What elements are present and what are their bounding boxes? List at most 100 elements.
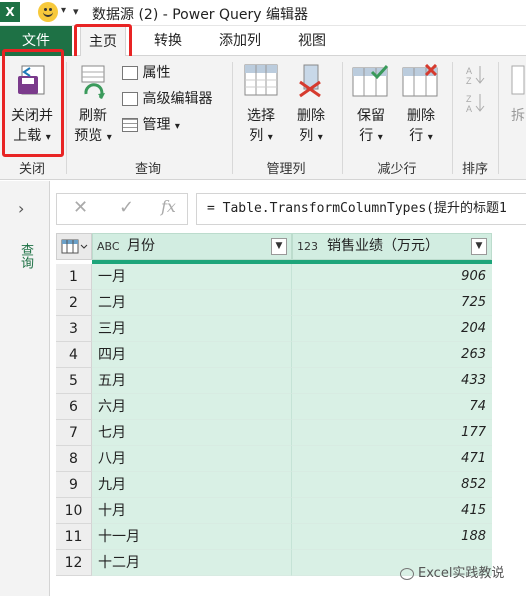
table-row: 7 七月 177	[56, 420, 492, 446]
sales-cell[interactable]: 852	[292, 472, 492, 498]
expand-queries-icon[interactable]: ›	[18, 199, 24, 218]
sales-cell[interactable]: 177	[292, 420, 492, 446]
chevron-down-icon: ▾	[174, 121, 180, 132]
number-type-icon[interactable]: 123	[297, 234, 318, 259]
feedback-dropdown-icon[interactable]: ▾	[61, 5, 66, 16]
keep-rows-button[interactable]: 保留 行 ▾	[348, 64, 394, 156]
table-menu-button[interactable]	[56, 233, 92, 260]
table-row: 1 一月 906	[56, 264, 492, 290]
data-grid: ABC 月份 ▼ 123 销售业绩（万元） ▼ 1 一月 906 2 二月 725 3 三月 2…	[56, 233, 526, 596]
sales-cell[interactable]: 74	[292, 394, 492, 420]
smiley-feedback-icon[interactable]	[38, 2, 58, 22]
month-cell[interactable]: 四月	[92, 342, 292, 368]
sort-descending-button[interactable]: Z A	[464, 92, 486, 114]
formula-buttons: ✕ ✓ fx	[56, 193, 188, 225]
sales-cell[interactable]: 433	[292, 368, 492, 394]
fx-icon[interactable]: fx	[161, 197, 176, 216]
sort-ascending-icon: A Z	[466, 66, 485, 86]
choose-columns-button[interactable]: 选择 列 ▾	[238, 64, 284, 156]
advanced-editor-icon	[122, 92, 138, 106]
sales-cell[interactable]: 906	[292, 264, 492, 290]
svg-text:A: A	[466, 66, 472, 76]
group-label-reduce-rows: 减少行	[377, 162, 417, 177]
row-number[interactable]: 6	[56, 394, 92, 420]
column-header-sales[interactable]: 123 销售业绩（万元） ▼	[292, 233, 492, 260]
svg-text:A: A	[466, 104, 472, 114]
row-number[interactable]: 8	[56, 446, 92, 472]
row-number[interactable]: 12	[56, 550, 92, 576]
table-row: 10 十月 415	[56, 498, 492, 524]
sales-cell[interactable]: 204	[292, 316, 492, 342]
month-cell[interactable]: 九月	[92, 472, 292, 498]
table-body: 1 一月 906 2 二月 725 3 三月 204 4 四月 263 5 五月 433 6 六月 74 7 七月 17…	[56, 264, 492, 576]
window-title: 数据源 (2) - Power Query 编辑器	[92, 7, 309, 23]
keep-rows-label-2: 行	[359, 128, 374, 144]
sales-cell[interactable]: 471	[292, 446, 492, 472]
column-header-month[interactable]: ABC 月份 ▼	[92, 233, 292, 260]
remove-rows-button[interactable]: 删除 行 ▾	[398, 64, 444, 156]
chevron-down-icon: ▾	[106, 132, 112, 143]
sales-cell[interactable]: 263	[292, 342, 492, 368]
row-number[interactable]: 10	[56, 498, 92, 524]
refresh-preview-button[interactable]: 刷新 预览 ▾	[70, 64, 116, 156]
filter-dropdown-icon[interactable]: ▼	[271, 238, 287, 255]
month-cell[interactable]: 六月	[92, 394, 292, 420]
month-cell[interactable]: 二月	[92, 290, 292, 316]
month-cell[interactable]: 七月	[92, 420, 292, 446]
cancel-formula-icon[interactable]: ✕	[73, 197, 88, 218]
sales-cell[interactable]: 188	[292, 524, 492, 550]
highlight-box-close-load	[2, 49, 64, 157]
group-label-query: 查询	[134, 162, 161, 177]
queries-pane: › 查询	[0, 181, 50, 596]
row-number[interactable]: 4	[56, 342, 92, 368]
remove-columns-label-2: 列	[299, 128, 314, 144]
sort-ascending-button[interactable]: A Z	[464, 64, 486, 86]
month-cell[interactable]: 十月	[92, 498, 292, 524]
watermark: Excel实践教说	[400, 562, 504, 581]
keep-rows-icon	[352, 64, 389, 97]
svg-text:Z: Z	[466, 94, 472, 104]
month-cell[interactable]: 五月	[92, 368, 292, 394]
text-type-icon[interactable]: ABC	[97, 234, 120, 259]
svg-text:Z: Z	[466, 76, 472, 86]
chevron-down-icon: ▾	[317, 132, 323, 143]
formula-input[interactable]: = Table.TransformColumnTypes(提升的标题1	[196, 193, 526, 225]
manage-label: 管理	[142, 117, 171, 133]
properties-button[interactable]: 属性	[122, 64, 170, 82]
row-number[interactable]: 9	[56, 472, 92, 498]
remove-rows-label-1: 删除	[407, 108, 435, 124]
confirm-formula-icon[interactable]: ✓	[119, 197, 134, 218]
excel-logo-icon: X	[0, 2, 20, 22]
row-number[interactable]: 11	[56, 524, 92, 550]
choose-columns-label-1: 选择	[247, 108, 275, 124]
remove-columns-icon	[299, 64, 321, 98]
manage-icon	[122, 118, 138, 132]
tab-transform[interactable]: 转换	[146, 26, 190, 56]
sales-cell[interactable]: 725	[292, 290, 492, 316]
tab-view[interactable]: 视图	[290, 26, 334, 56]
tab-add-column[interactable]: 添加列	[210, 26, 270, 56]
column-name-month: 月份	[127, 238, 155, 254]
month-cell[interactable]: 十一月	[92, 524, 292, 550]
sales-cell[interactable]: 415	[292, 498, 492, 524]
month-cell[interactable]: 三月	[92, 316, 292, 342]
month-cell[interactable]: 十二月	[92, 550, 292, 576]
split-column-button[interactable]: 拆	[506, 64, 526, 156]
row-number[interactable]: 1	[56, 264, 92, 290]
row-number[interactable]: 2	[56, 290, 92, 316]
row-number[interactable]: 3	[56, 316, 92, 342]
remove-columns-button[interactable]: 删除 列 ▾	[288, 64, 334, 156]
chevron-down-icon: ▾	[377, 132, 383, 143]
chevron-down-icon: ▾	[427, 132, 433, 143]
row-number[interactable]: 5	[56, 368, 92, 394]
row-number[interactable]: 7	[56, 420, 92, 446]
manage-button[interactable]: 管理 ▾	[122, 116, 180, 136]
advanced-editor-button[interactable]: 高级编辑器	[122, 90, 212, 108]
month-cell[interactable]: 八月	[92, 446, 292, 472]
formula-bar: ✕ ✓ fx = Table.TransformColumnTypes(提升的标…	[50, 181, 526, 233]
filter-dropdown-icon[interactable]: ▼	[471, 238, 487, 255]
month-cell[interactable]: 一月	[92, 264, 292, 290]
queries-pane-label[interactable]: 查询	[16, 243, 35, 269]
customize-quick-access-icon[interactable]: ▾	[73, 5, 79, 18]
keep-rows-label-1: 保留	[357, 108, 385, 124]
